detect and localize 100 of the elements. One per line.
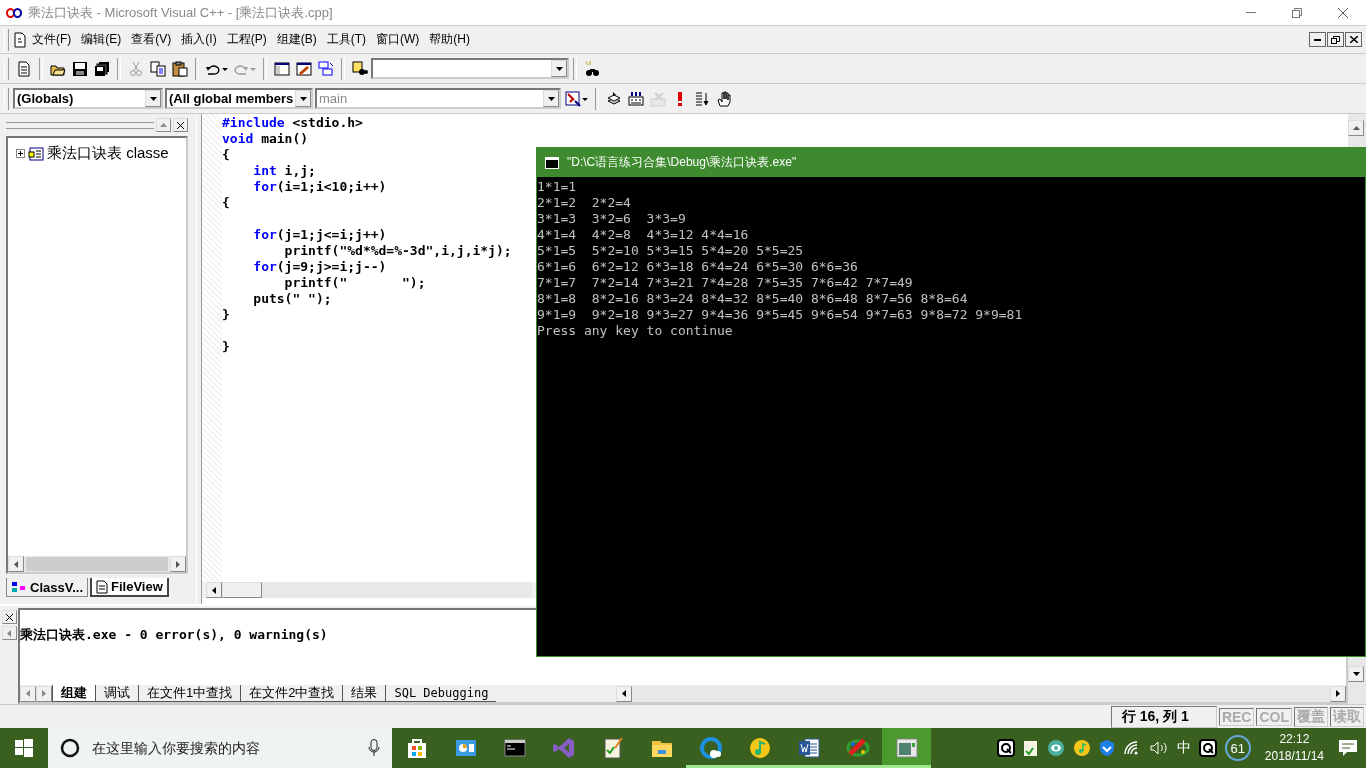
find-in-files-icon xyxy=(352,60,368,77)
restore-icon xyxy=(1292,7,1302,18)
q-icon[interactable] xyxy=(996,739,1015,757)
close-button[interactable] xyxy=(1345,32,1362,47)
stop-build-icon xyxy=(650,90,666,107)
scissors-icon xyxy=(128,60,144,77)
code-line: puts(" "); xyxy=(252,291,332,307)
wizard-icon xyxy=(565,90,589,107)
copy-icon xyxy=(150,60,166,77)
input-method-indicator[interactable]: 中 xyxy=(1176,739,1191,757)
dropdown-field[interactable] xyxy=(371,58,569,79)
search-box[interactable]: 在这里输入你要搜索的内容 xyxy=(48,728,392,768)
scroll-left-button[interactable] xyxy=(206,582,222,598)
paste-icon xyxy=(172,60,188,77)
document-w-icon xyxy=(796,736,821,760)
clock-time[interactable]: 22:12 xyxy=(1279,731,1310,748)
scroll-left-button[interactable] xyxy=(616,685,633,702)
window-title: "D:\C语言练习合集\Debug\乘法口诀表.exe" xyxy=(567,154,797,171)
menu-item[interactable]: 窗口(W) xyxy=(371,29,425,50)
menu-item[interactable]: 帮助(H) xyxy=(424,29,475,50)
caret-icon xyxy=(547,96,555,101)
menu-item[interactable]: 查看(V) xyxy=(126,29,177,50)
output-tab[interactable]: 结果 xyxy=(342,685,386,702)
infinity-ribbon-icon xyxy=(551,736,576,760)
output-tab[interactable]: 调试 xyxy=(95,685,138,702)
panel-tab[interactable]: FileView xyxy=(90,578,169,597)
q-icon[interactable] xyxy=(1198,739,1217,757)
panel-tab[interactable]: ClassV... xyxy=(6,578,88,597)
console-line: 2*1=2 2*2=4 xyxy=(537,195,632,211)
music-note-icon[interactable] xyxy=(1072,739,1091,757)
close-icon xyxy=(1338,7,1348,18)
menu-item[interactable]: 工具(T) xyxy=(321,29,371,50)
output-tab[interactable]: 组建 xyxy=(52,685,95,702)
build-icon xyxy=(628,90,644,107)
scroll-up-button[interactable] xyxy=(1348,120,1364,136)
code-line: } xyxy=(222,307,230,323)
dropdown-field[interactable]: (Globals) xyxy=(13,88,163,109)
console-icon xyxy=(545,156,559,169)
scrollbar-thumb[interactable] xyxy=(222,582,262,598)
scroll-right-button[interactable] xyxy=(1330,685,1346,702)
score-badge[interactable]: 61 xyxy=(1224,735,1251,761)
expand-icon[interactable] xyxy=(16,149,25,158)
code-line: printf(" "); xyxy=(283,275,426,291)
right-arrow-icon xyxy=(42,690,46,697)
shield-icon[interactable] xyxy=(1098,739,1115,757)
step-list-icon xyxy=(694,90,710,107)
caret-icon xyxy=(299,96,307,101)
dropdown-field[interactable]: (All global members xyxy=(165,88,313,109)
scrollbar-thumb[interactable] xyxy=(26,557,168,571)
console-line: 8*1=8 8*2=16 8*3=24 8*4=32 8*5=40 8*6=48 8*7=56 8*8=64 xyxy=(537,291,969,307)
menu-item[interactable]: 组建(B) xyxy=(271,29,322,50)
class-icon xyxy=(28,145,44,162)
up-arrow-icon xyxy=(1352,126,1360,130)
microphone-icon[interactable] xyxy=(368,739,380,757)
music-note-icon xyxy=(747,736,772,760)
output-line: 乘法口诀表.exe - 0 error(s), 0 warning(s) xyxy=(20,626,329,644)
tab-scroll-left[interactable] xyxy=(20,685,36,702)
menu-item[interactable]: 编辑(E) xyxy=(76,29,127,50)
menu-item[interactable]: 文件(F) xyxy=(27,29,77,50)
output-tab[interactable]: SQL Debugging xyxy=(385,685,497,702)
hand-icon xyxy=(716,90,732,107)
console-line: 9*1=9 9*2=18 9*3=27 9*4=36 9*5=45 9*6=54 9*7=63 9*8=72 9*9=81 xyxy=(537,307,1024,323)
up-arrow-icon xyxy=(160,123,167,127)
menu-item[interactable]: 工程(P) xyxy=(221,29,272,50)
menu-item[interactable]: 插入(I) xyxy=(176,29,222,50)
eye-icon[interactable] xyxy=(1046,739,1065,757)
minimize-button[interactable] xyxy=(1309,32,1326,47)
code-line: for(i=1;i<10;i++) xyxy=(252,179,387,195)
document-icon xyxy=(13,31,27,48)
volume-icon[interactable] xyxy=(1148,740,1169,756)
scroll-down-button[interactable] xyxy=(1348,666,1364,682)
restore-icon xyxy=(1331,35,1340,44)
notification-icon[interactable] xyxy=(1338,739,1358,757)
code-line: printf("%d*%d=%-3d",i,j,i*j); xyxy=(283,243,512,259)
code-line: void main() xyxy=(222,131,309,147)
clock-date[interactable]: 2018/11/14 xyxy=(1264,748,1324,765)
ide-window-icon xyxy=(894,736,919,760)
console-line: 7*1=7 7*2=14 7*3=21 7*4=28 7*5=35 7*6=42 7*7=49 xyxy=(537,275,914,291)
search-field[interactable]: 在这里输入你要搜索的内容 xyxy=(90,739,358,757)
gripper-bar[interactable] xyxy=(6,121,154,129)
code-line: #include <stdio.h> xyxy=(222,115,363,131)
tree-item[interactable]: 乘法口诀表 classe xyxy=(47,144,169,163)
tab-scroll-right[interactable] xyxy=(36,685,52,702)
console-line: 4*1=4 4*2=8 4*3=12 4*4=16 xyxy=(537,227,750,243)
output-tab[interactable]: 在文件2中查找 xyxy=(240,685,343,702)
code-line: int i,j; xyxy=(252,163,316,179)
left-arrow-icon xyxy=(622,690,627,697)
code-line: { xyxy=(222,147,230,163)
close-icon xyxy=(177,121,184,129)
new-file-icon xyxy=(16,60,32,77)
scroll-left-button[interactable] xyxy=(8,556,24,572)
notepad-icon[interactable] xyxy=(1022,739,1039,757)
status-indicator: REC xyxy=(1218,707,1255,726)
caret-icon xyxy=(555,66,563,71)
code-line: } xyxy=(222,339,230,355)
console-line: 1*1=1 xyxy=(537,179,578,195)
caret-icon xyxy=(149,96,157,101)
right-arrow-icon xyxy=(1336,690,1340,697)
output-tab[interactable]: 在文件1中查找 xyxy=(138,685,241,702)
scroll-right-button[interactable] xyxy=(170,556,186,572)
